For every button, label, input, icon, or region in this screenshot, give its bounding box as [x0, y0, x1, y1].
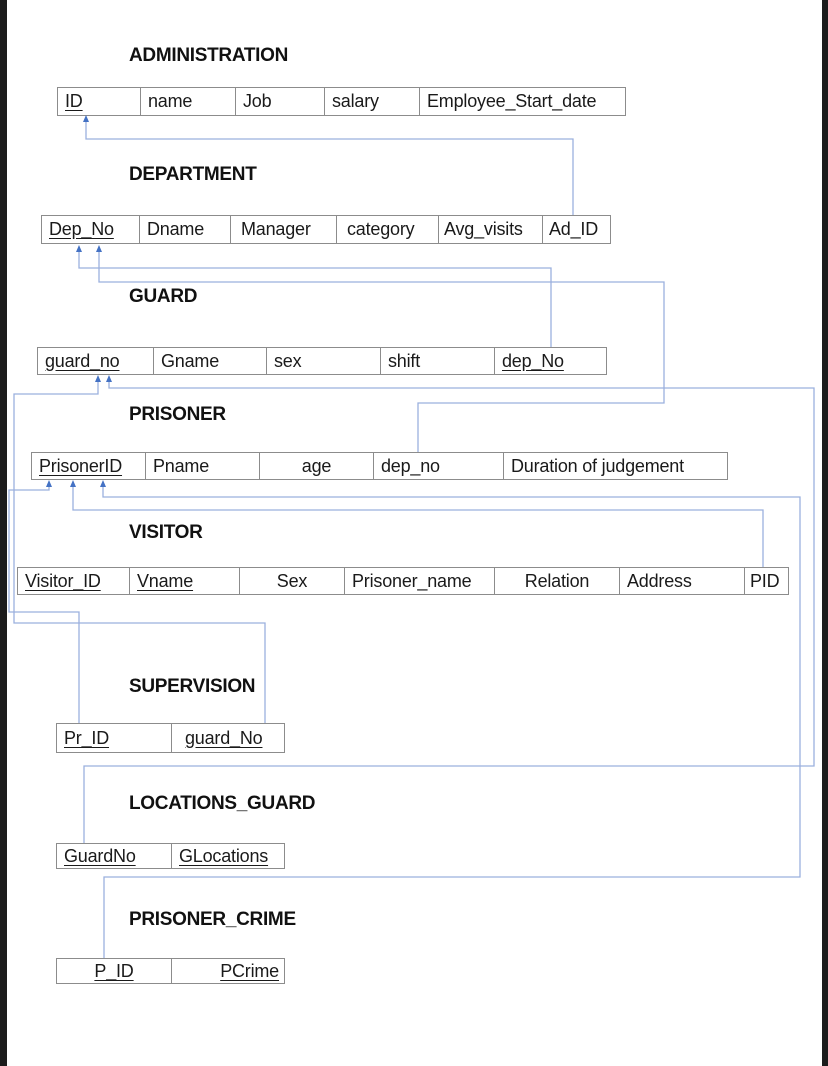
column-label: PID: [750, 570, 780, 591]
column-cell: Job: [235, 88, 324, 115]
column-cell: dep_no: [373, 453, 503, 479]
column-label: Gname: [161, 350, 220, 371]
column-label: GLocations: [179, 845, 269, 866]
column-label: Address: [627, 570, 692, 591]
column-cell: PrisonerID: [32, 453, 145, 479]
column-label: PCrime: [220, 960, 279, 981]
column-label: Employee_Start_date: [427, 91, 597, 111]
column-cell: Pr_ID: [57, 724, 171, 752]
table-prisoner-crime: P_ID PCrime: [56, 958, 285, 984]
column-cell: PID: [744, 568, 790, 594]
table-administration: ID name Job salary Employee_Start_date: [57, 87, 626, 116]
column-label: dep_No: [502, 350, 564, 371]
column-label: Pname: [153, 455, 210, 476]
column-cell: name: [140, 88, 235, 115]
column-cell: Manager: [230, 216, 336, 243]
column-label: Visitor_ID: [25, 570, 101, 591]
table-supervision: Pr_ID guard_No: [56, 723, 285, 753]
column-cell: guard_No: [171, 724, 286, 752]
column-label: Manager: [241, 219, 311, 239]
table-department: Dep_No Dname Manager category Avg_visits…: [41, 215, 611, 244]
column-cell: Prisoner_name: [344, 568, 494, 594]
column-label: ID: [65, 91, 83, 111]
table-locations-guard: GuardNo GLocations: [56, 843, 285, 869]
table-guard: guard_no Gname sex shift dep_No: [37, 347, 607, 375]
column-label: Sex: [276, 570, 308, 591]
column-cell: guard_no: [38, 348, 153, 374]
column-label: name: [148, 91, 193, 111]
table-title-department: DEPARTMENT: [129, 164, 257, 185]
column-label: sex: [274, 350, 302, 371]
column-cell: Relation: [494, 568, 619, 594]
column-label: guard_No: [185, 727, 263, 748]
column-cell: GuardNo: [57, 844, 171, 868]
column-label: Prisoner_name: [352, 570, 472, 591]
column-cell: P_ID: [57, 959, 171, 983]
column-label: P_ID: [94, 960, 134, 981]
column-cell: dep_No: [494, 348, 608, 374]
column-label: Dep_No: [49, 219, 114, 239]
table-title-administration: ADMINISTRATION: [129, 45, 289, 66]
column-label: Pr_ID: [64, 727, 110, 748]
column-cell: Gname: [153, 348, 266, 374]
column-label: shift: [388, 350, 421, 371]
table-title-prisoner-crime: PRISONER_CRIME: [129, 909, 296, 930]
table-visitor: Visitor_ID Vname Sex Prisoner_name Relat…: [17, 567, 789, 595]
column-cell: Employee_Start_date: [419, 88, 626, 115]
column-cell: PCrime: [171, 959, 286, 983]
column-cell: Sex: [239, 568, 344, 594]
column-cell: Vname: [129, 568, 239, 594]
column-label: Ad_ID: [549, 219, 599, 239]
column-label: Vname: [137, 570, 194, 591]
column-label: Relation: [524, 570, 590, 591]
column-cell: Dep_No: [42, 216, 139, 243]
column-label: guard_no: [45, 350, 120, 371]
table-title-supervision: SUPERVISION: [129, 676, 256, 697]
column-label: age: [301, 455, 332, 476]
column-cell: sex: [266, 348, 380, 374]
column-cell: Duration of judgement: [503, 453, 729, 479]
column-cell: Dname: [139, 216, 230, 243]
column-cell: age: [259, 453, 373, 479]
column-cell: category: [336, 216, 438, 243]
column-label: salary: [332, 91, 379, 111]
column-cell: ID: [58, 88, 140, 115]
column-label: PrisonerID: [39, 455, 123, 476]
column-label: Job: [243, 91, 272, 111]
column-label: Avg_visits: [444, 219, 523, 239]
table-title-prisoner: PRISONER: [129, 404, 226, 425]
table-title-locations-guard: LOCATIONS_GUARD: [129, 793, 316, 814]
column-label: Duration of judgement: [511, 455, 684, 476]
table-prisoner: PrisonerID Pname age dep_no Duration of …: [31, 452, 728, 480]
column-label: category: [347, 219, 415, 239]
table-title-visitor: VISITOR: [129, 522, 203, 543]
column-cell: Visitor_ID: [18, 568, 129, 594]
column-cell: GLocations: [171, 844, 286, 868]
column-cell: Avg_visits: [438, 216, 542, 243]
column-cell: Ad_ID: [542, 216, 612, 243]
column-cell: Pname: [145, 453, 259, 479]
column-label: dep_no: [381, 455, 440, 476]
table-title-guard: GUARD: [129, 286, 198, 307]
column-label: GuardNo: [64, 845, 136, 866]
column-cell: shift: [380, 348, 494, 374]
column-cell: Address: [619, 568, 744, 594]
column-cell: salary: [324, 88, 419, 115]
column-label: Dname: [147, 219, 205, 239]
